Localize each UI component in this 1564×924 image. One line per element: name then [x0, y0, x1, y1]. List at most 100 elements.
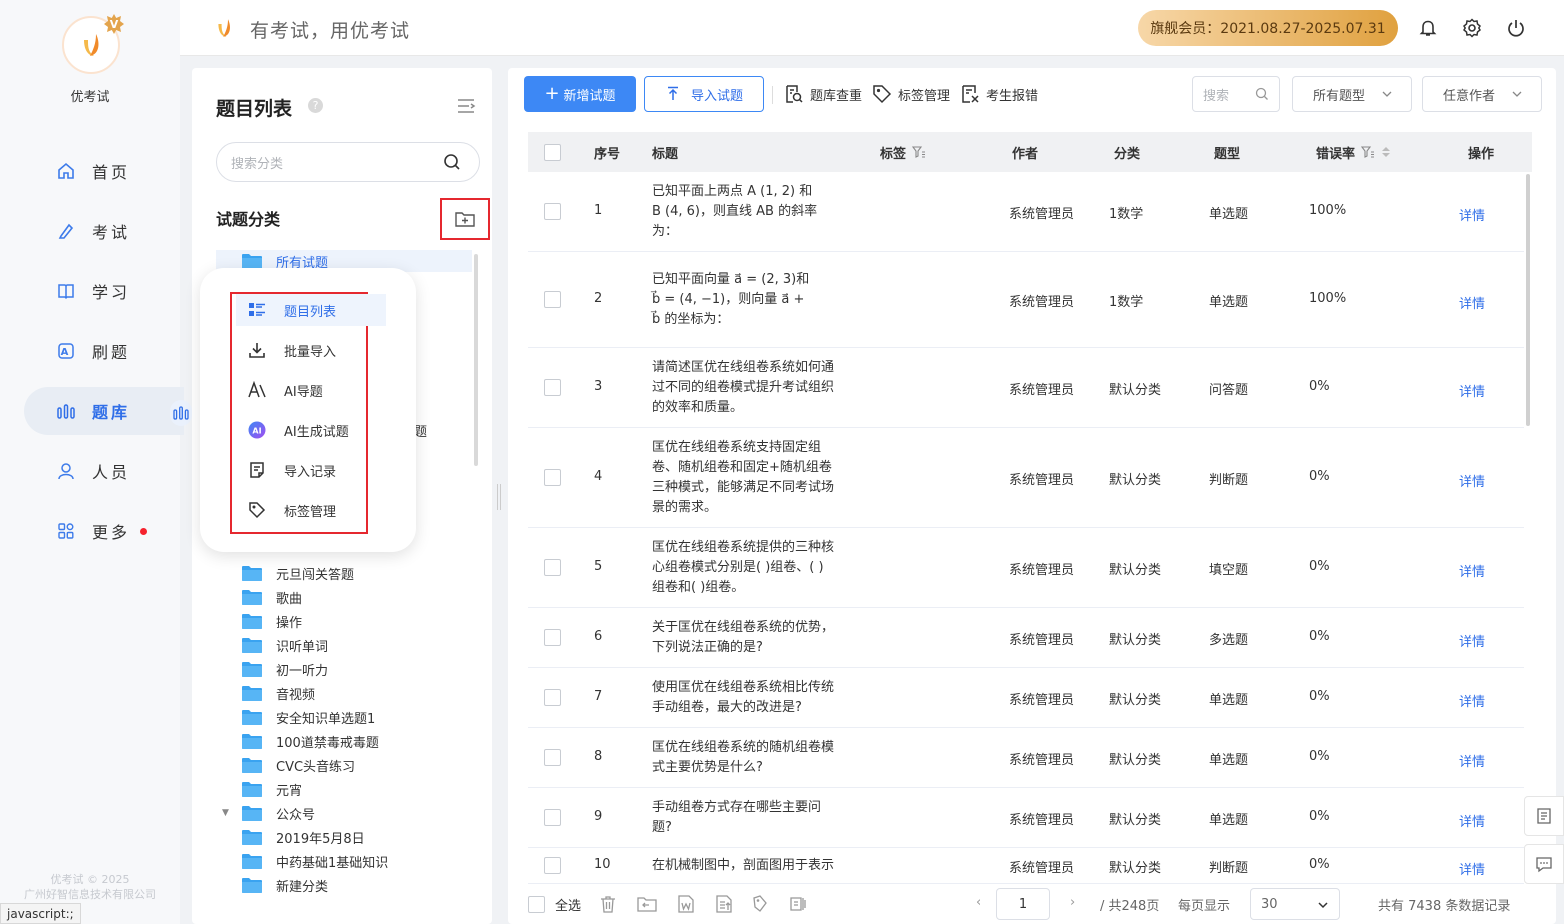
nav-exam[interactable]: 考试 — [24, 207, 184, 255]
import-question-button[interactable]: 导入试题 — [644, 76, 764, 112]
row-detail-link[interactable]: 详情 — [1459, 205, 1485, 224]
tree-item[interactable]: 安全知识单选题1 — [216, 706, 472, 728]
tree-item[interactable]: 元旦闯关答题 — [216, 562, 472, 584]
row-detail-link[interactable]: 详情 — [1459, 691, 1485, 710]
row-detail-link[interactable]: 详情 — [1459, 471, 1485, 490]
caret-down-icon[interactable]: ▼ — [222, 808, 229, 818]
add-question-button[interactable]: + 新增试题 — [524, 76, 636, 112]
add-folder-button[interactable] — [440, 198, 490, 240]
help-icon[interactable]: ? — [308, 98, 323, 113]
popup-item-tag-management[interactable]: 标签管理 — [236, 494, 386, 526]
tree-item[interactable]: 识听单词 — [216, 634, 472, 656]
row-detail-link[interactable]: 详情 — [1459, 561, 1485, 580]
row-title[interactable]: 匡优在线组卷系统的随机组卷模 式主要优势是什么? — [652, 738, 834, 778]
export-excel-icon[interactable] — [714, 894, 734, 914]
popup-item-question-list[interactable]: 题目列表 — [236, 294, 386, 326]
nav-people[interactable]: 人员 — [24, 447, 184, 495]
row-checkbox[interactable] — [544, 379, 561, 396]
select-all-checkbox[interactable]: 全选 — [528, 895, 581, 914]
gear-icon[interactable] — [1462, 18, 1482, 38]
row-title[interactable]: 在机械制图中，剖面图用于表示 — [652, 856, 834, 876]
row-checkbox[interactable] — [544, 629, 561, 646]
search-icon[interactable] — [1255, 87, 1269, 105]
select-all-header-checkbox[interactable] — [544, 132, 561, 172]
collapse-menu-icon[interactable] — [456, 98, 476, 114]
nav-home[interactable]: 首页 — [24, 147, 184, 195]
col-error-rate[interactable]: 错误率 — [1316, 132, 1391, 172]
nav-practice[interactable]: A 刷题 — [24, 327, 184, 375]
tree-item[interactable]: 2019年5月8日 — [216, 826, 472, 848]
row-checkbox[interactable] — [544, 809, 561, 826]
prev-page-button[interactable]: ‹ — [976, 895, 981, 910]
row-checkbox[interactable] — [544, 203, 561, 220]
table-row[interactable]: 7 使用匡优在线组卷系统相比传统 手动组卷，最大的改进是? 系统管理员 默认分类 单选题 0… — [528, 668, 1524, 728]
table-row[interactable]: 4 匡优在线组卷系统支持固定组 卷、随机组卷和固定+随机组卷 三种模式，能够满足不同考… — [528, 428, 1524, 528]
tree-item[interactable]: 新建分类 — [216, 874, 472, 896]
nav-study[interactable]: 学习 — [24, 267, 184, 315]
row-title[interactable]: 使用匡优在线组卷系统相比传统 手动组卷，最大的改进是? — [652, 678, 834, 718]
row-title[interactable]: 请简述匡优在线组卷系统如何通 过不同的组卷模式提升考试组织 的效率和质量。 — [652, 358, 834, 418]
search-icon[interactable] — [443, 153, 461, 175]
page-number-input[interactable]: 1 — [996, 888, 1050, 920]
row-detail-link[interactable]: 详情 — [1459, 631, 1485, 650]
batch-tag-icon[interactable] — [750, 894, 770, 914]
question-type-select[interactable]: 所有题型 — [1292, 76, 1412, 112]
table-row[interactable]: 3 请简述匡优在线组卷系统如何通 过不同的组卷模式提升考试组织 的效率和质量。 系统管理… — [528, 348, 1524, 428]
nav-question-bank[interactable]: 题库 — [24, 387, 184, 435]
next-page-button[interactable]: › — [1070, 895, 1075, 910]
tree-item-partial[interactable]: 题 — [414, 419, 454, 441]
popup-item-import-records[interactable]: 导入记录 — [236, 454, 386, 486]
row-title[interactable]: 关于匡优在线组卷系统的优势， 下列说法正确的是? — [652, 618, 834, 658]
tree-item[interactable]: 音视频 — [216, 682, 472, 704]
row-title[interactable]: 手动组卷方式存在哪些主要问 题? — [652, 798, 821, 838]
table-row[interactable]: 9 手动组卷方式存在哪些主要问 题? 系统管理员 默认分类 单选题 0% 详情 — [528, 788, 1524, 848]
nav-more[interactable]: 更多 — [24, 507, 184, 555]
move-folder-icon[interactable] — [636, 894, 658, 914]
row-checkbox[interactable] — [544, 749, 561, 766]
tree-item[interactable]: 元宵 — [216, 778, 472, 800]
popup-item-batch-import[interactable]: 批量导入 — [236, 334, 386, 366]
tree-item[interactable]: CVC头音练习 — [216, 754, 472, 776]
row-detail-link[interactable]: 详情 — [1459, 811, 1485, 830]
table-row[interactable]: 6 关于匡优在线组卷系统的优势， 下列说法正确的是? 系统管理员 默认分类 多选题 0% 详情 — [528, 608, 1524, 668]
tree-item[interactable]: 歌曲 — [216, 586, 472, 608]
table-row[interactable]: 10 在机械制图中，剖面图用于表示 系统管理员 默认分类 判断题 0% 详情 — [528, 848, 1524, 884]
power-icon[interactable] — [1506, 18, 1526, 38]
col-tag[interactable]: 标签 — [880, 132, 926, 172]
popup-item-ai-import[interactable]: AI导题 — [236, 374, 386, 406]
tree-item[interactable]: 初一听力 — [216, 658, 472, 680]
bell-icon[interactable] — [1418, 18, 1438, 38]
tree-item[interactable]: 100道禁毒戒毒题 — [216, 730, 472, 752]
vip-membership[interactable]: 旗舰会员：2021.08.27-2025.07.31 — [1138, 10, 1398, 46]
table-row[interactable]: 8 匡优在线组卷系统的随机组卷模 式主要优势是什么? 系统管理员 默认分类 单选题 0% 详情 — [528, 728, 1524, 788]
row-title[interactable]: 匡优在线组卷系统支持固定组 卷、随机组卷和固定+随机组卷 三种模式，能够满足不同考试… — [652, 438, 834, 518]
batch-edit-icon[interactable] — [788, 894, 808, 914]
table-scrollbar[interactable] — [1526, 174, 1530, 426]
feedback-doc-button[interactable] — [1524, 796, 1564, 836]
export-word-icon[interactable] — [676, 894, 696, 914]
row-detail-link[interactable]: 详情 — [1459, 293, 1485, 312]
collapsed-bank-icon[interactable] — [170, 400, 192, 426]
table-row[interactable]: 5 匡优在线组卷系统提供的三种核 心组卷模式分别是( )组卷、( ) 组卷和( )组卷… — [528, 528, 1524, 608]
row-title[interactable]: 匡优在线组卷系统提供的三种核 心组卷模式分别是( )组卷、( ) 组卷和( )组卷。 — [652, 538, 834, 598]
author-select[interactable]: 任意作者 — [1422, 76, 1542, 112]
row-detail-link[interactable]: 详情 — [1459, 859, 1485, 878]
row-checkbox[interactable] — [544, 291, 561, 308]
delete-icon[interactable] — [598, 894, 618, 914]
dedupe-button[interactable]: 题库查重 — [784, 82, 862, 106]
table-row[interactable]: 2 已知平面向量 a⃗ = (2, 3)和 b⃗ = (4, −1)，则向量 a⃗ … — [528, 252, 1524, 348]
row-title[interactable]: 已知平面上两点 A (1, 2) 和 B (4, 6)，则直线 AB 的斜率 为： — [652, 182, 817, 242]
tree-item[interactable]: 中药基础1基础知识 — [216, 850, 472, 872]
question-search-input[interactable]: 搜索 — [1192, 76, 1280, 112]
tree-scrollbar[interactable] — [474, 254, 478, 466]
row-checkbox[interactable] — [544, 469, 561, 486]
popup-item-ai-generate[interactable]: AI AI生成试题 — [236, 414, 386, 446]
row-checkbox[interactable] — [544, 857, 561, 874]
error-report-button[interactable]: 考生报错 — [960, 82, 1038, 106]
table-row[interactable]: 1 已知平面上两点 A (1, 2) 和 B (4, 6)，则直线 AB 的斜率 为：… — [528, 172, 1524, 252]
panel-resize-handle[interactable] — [497, 484, 501, 510]
row-title[interactable]: 已知平面向量 a⃗ = (2, 3)和 b⃗ = (4, −1)，则向量 a⃗ +… — [652, 270, 809, 330]
category-search-input[interactable]: 搜索分类 — [216, 142, 480, 182]
tag-management-button[interactable]: 标签管理 — [872, 82, 950, 106]
chat-button[interactable] — [1524, 844, 1564, 884]
